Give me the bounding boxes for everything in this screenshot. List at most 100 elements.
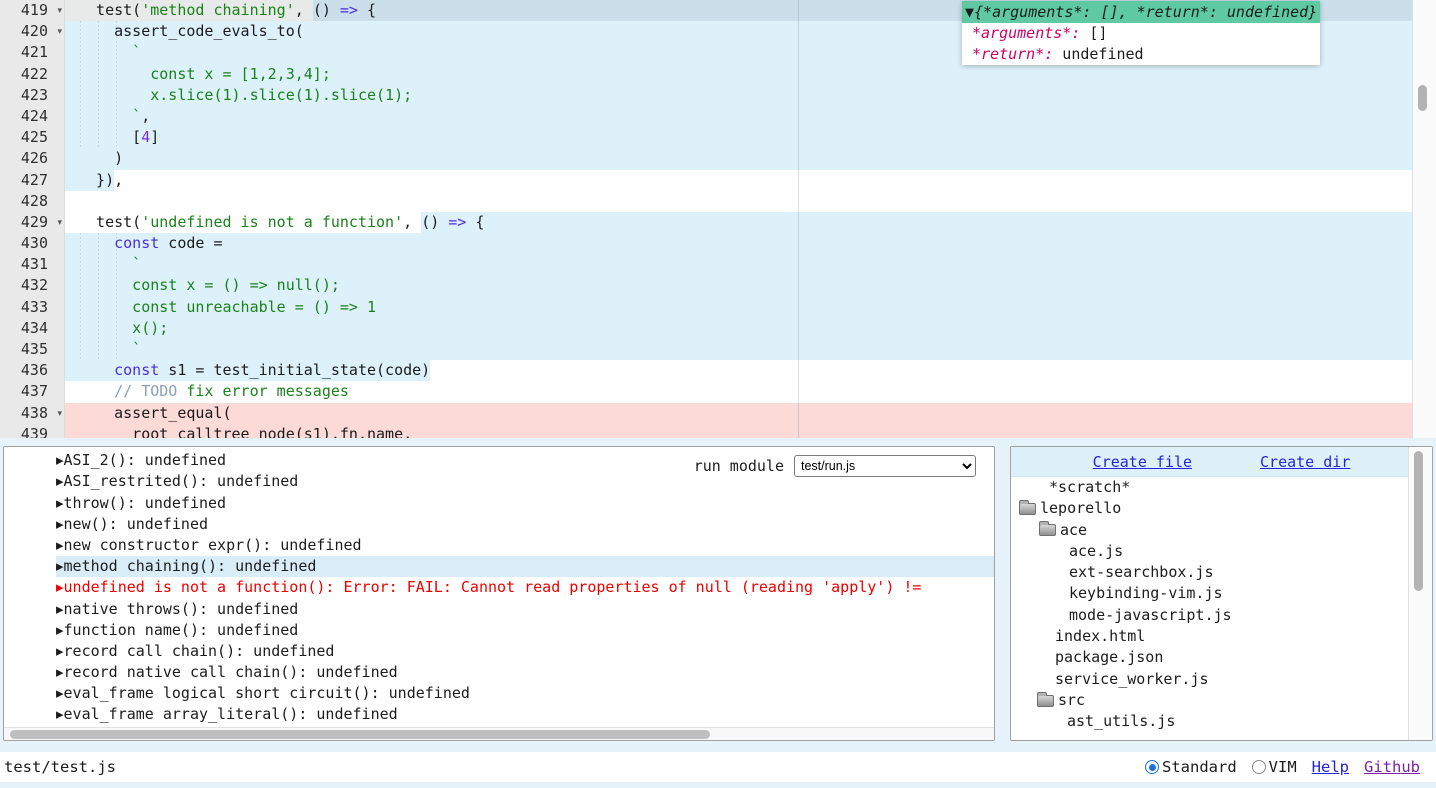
test-result-item[interactable]: ▸new constructor expr(): undefined bbox=[4, 535, 994, 556]
code-line-430[interactable]: 430 const code = bbox=[0, 233, 1412, 254]
expand-arrow-icon[interactable]: ▸ bbox=[56, 578, 64, 596]
line-number[interactable]: 432 bbox=[0, 275, 65, 296]
expand-arrow-icon[interactable]: ▸ bbox=[56, 705, 64, 723]
line-number[interactable]: 434 bbox=[0, 318, 65, 339]
fold-arrow-icon[interactable]: ▾ bbox=[57, 404, 62, 425]
radio-standard-icon[interactable] bbox=[1145, 760, 1159, 774]
github-link[interactable]: Github bbox=[1364, 758, 1420, 776]
tree-folder[interactable]: ace bbox=[1011, 520, 1432, 541]
code-text: `, bbox=[65, 106, 1412, 127]
code-line-434[interactable]: 434 x(); bbox=[0, 318, 1412, 339]
expand-arrow-icon[interactable]: ▸ bbox=[56, 600, 64, 618]
tree-file[interactable]: index.html bbox=[1011, 626, 1432, 647]
code-line-426[interactable]: 426 ) bbox=[0, 148, 1412, 169]
code-line-424[interactable]: 424 `, bbox=[0, 106, 1412, 127]
tree-file[interactable]: service_worker.js bbox=[1011, 669, 1432, 690]
fold-arrow-icon[interactable]: ▾ bbox=[57, 22, 62, 43]
tree-file[interactable]: ast_utils.js bbox=[1011, 711, 1432, 732]
line-number[interactable]: 430 bbox=[0, 233, 65, 254]
code-line-422[interactable]: 422 const x = [1,2,3,4]; bbox=[0, 64, 1412, 85]
tooltip-header[interactable]: ▼{*arguments*: [], *return*: undefined} bbox=[962, 1, 1320, 23]
test-result-item[interactable]: ▸native throws(): undefined bbox=[4, 599, 994, 620]
code-line-439[interactable]: 439 root_calltree_node(s1).fn.name, bbox=[0, 424, 1412, 438]
tree-file[interactable]: package.json bbox=[1011, 647, 1432, 668]
line-number[interactable]: 435 bbox=[0, 339, 65, 360]
run-module-select[interactable]: test/run.js bbox=[794, 455, 976, 477]
help-link[interactable]: Help bbox=[1312, 758, 1349, 776]
line-number[interactable]: 438▾ bbox=[0, 403, 65, 424]
radio-vim-icon[interactable] bbox=[1252, 760, 1266, 774]
file-tree-scrollbar[interactable] bbox=[1408, 447, 1432, 740]
expand-arrow-icon[interactable]: ▸ bbox=[56, 621, 64, 639]
expand-arrow-icon[interactable]: ▸ bbox=[56, 536, 64, 554]
line-number[interactable]: 428 bbox=[0, 191, 65, 212]
keybinding-vim-option[interactable]: VIM bbox=[1252, 758, 1297, 776]
logs-horizontal-scrollbar[interactable] bbox=[4, 727, 994, 740]
tree-file[interactable]: *scratch* bbox=[1011, 477, 1432, 498]
line-number[interactable]: 425 bbox=[0, 127, 65, 148]
code-line-432[interactable]: 432 const x = () => null(); bbox=[0, 275, 1412, 296]
test-result-item[interactable]: ▸eval_frame array_literal(): undefined bbox=[4, 704, 994, 725]
create-dir-link[interactable]: Create dir bbox=[1260, 453, 1350, 471]
line-number[interactable]: 429▾ bbox=[0, 212, 65, 233]
line-number[interactable]: 431 bbox=[0, 254, 65, 275]
code-line-438[interactable]: 438▾ assert_equal( bbox=[0, 403, 1412, 424]
code-text: ` bbox=[65, 339, 1412, 360]
test-result-item[interactable]: ▸eval_frame logical short circuit(): und… bbox=[4, 683, 994, 704]
test-result-item[interactable]: ▸record call chain(): undefined bbox=[4, 641, 994, 662]
line-number[interactable]: 421 bbox=[0, 42, 65, 63]
test-result-item[interactable]: ▸record native call chain(): undefined bbox=[4, 662, 994, 683]
code-line-435[interactable]: 435 ` bbox=[0, 339, 1412, 360]
code-line-425[interactable]: 425 [4] bbox=[0, 127, 1412, 148]
tree-folder[interactable]: src bbox=[1011, 690, 1432, 711]
test-result-item[interactable]: ▸new(): undefined bbox=[4, 514, 994, 535]
tree-file[interactable]: ext-searchbox.js bbox=[1011, 562, 1432, 583]
test-result-item[interactable]: ▸method chaining(): undefined bbox=[4, 556, 994, 577]
collapse-arrow-icon[interactable]: ▼ bbox=[965, 3, 974, 21]
code-line-428[interactable]: 428 bbox=[0, 191, 1412, 212]
line-number[interactable]: 424 bbox=[0, 106, 65, 127]
line-number[interactable]: 437 bbox=[0, 381, 65, 402]
expand-arrow-icon[interactable]: ▸ bbox=[56, 515, 64, 533]
create-file-link[interactable]: Create file bbox=[1093, 453, 1192, 471]
line-number[interactable]: 436 bbox=[0, 360, 65, 381]
test-result-item[interactable]: ▸function name(): undefined bbox=[4, 620, 994, 641]
expand-arrow-icon[interactable]: ▸ bbox=[56, 494, 64, 512]
fold-arrow-icon[interactable]: ▾ bbox=[57, 213, 62, 234]
code-line-429[interactable]: 429▾ test('undefined is not a function',… bbox=[0, 212, 1412, 233]
fold-arrow-icon[interactable]: ▾ bbox=[57, 1, 62, 22]
line-number[interactable]: 422 bbox=[0, 64, 65, 85]
test-result-item[interactable]: ▸undefined is not a function(): Error: F… bbox=[4, 577, 994, 598]
code-line-427[interactable]: 427 }), bbox=[0, 170, 1412, 191]
expand-arrow-icon[interactable]: ▸ bbox=[56, 642, 64, 660]
file-tree-scrollbar-thumb[interactable] bbox=[1414, 451, 1423, 591]
line-number[interactable]: 433 bbox=[0, 297, 65, 318]
expand-arrow-icon[interactable]: ▸ bbox=[56, 663, 64, 681]
tree-folder[interactable]: leporello bbox=[1011, 498, 1432, 519]
tree-file[interactable]: mode-javascript.js bbox=[1011, 605, 1432, 626]
line-number[interactable]: 419▾ bbox=[0, 0, 65, 21]
line-number[interactable]: 426 bbox=[0, 148, 65, 169]
keybinding-standard-option[interactable]: Standard bbox=[1145, 758, 1237, 776]
code-editor[interactable]: 419▾ test('method chaining', () => {420▾… bbox=[0, 0, 1436, 438]
editor-scrollbar-thumb[interactable] bbox=[1418, 85, 1427, 111]
expand-arrow-icon[interactable]: ▸ bbox=[56, 557, 64, 575]
code-line-431[interactable]: 431 ` bbox=[0, 254, 1412, 275]
line-number[interactable]: 423 bbox=[0, 85, 65, 106]
expand-arrow-icon[interactable]: ▸ bbox=[56, 451, 64, 469]
tree-file[interactable]: keybinding-vim.js bbox=[1011, 583, 1432, 604]
code-line-436[interactable]: 436 const s1 = test_initial_state(code) bbox=[0, 360, 1412, 381]
expand-arrow-icon[interactable]: ▸ bbox=[56, 684, 64, 702]
editor-scrollbar[interactable] bbox=[1412, 0, 1436, 438]
expand-arrow-icon[interactable]: ▸ bbox=[56, 447, 64, 448]
code-line-423[interactable]: 423 x.slice(1).slice(1).slice(1); bbox=[0, 85, 1412, 106]
code-line-437[interactable]: 437 // TODO fix error messages bbox=[0, 381, 1412, 402]
expand-arrow-icon[interactable]: ▸ bbox=[56, 472, 64, 490]
logs-scrollbar-thumb[interactable] bbox=[10, 730, 710, 739]
line-number[interactable]: 439 bbox=[0, 424, 65, 438]
line-number[interactable]: 420▾ bbox=[0, 21, 65, 42]
line-number[interactable]: 427 bbox=[0, 170, 65, 191]
test-result-item[interactable]: ▸throw(): undefined bbox=[4, 493, 994, 514]
code-line-433[interactable]: 433 const unreachable = () => 1 bbox=[0, 297, 1412, 318]
tree-file[interactable]: ace.js bbox=[1011, 541, 1432, 562]
